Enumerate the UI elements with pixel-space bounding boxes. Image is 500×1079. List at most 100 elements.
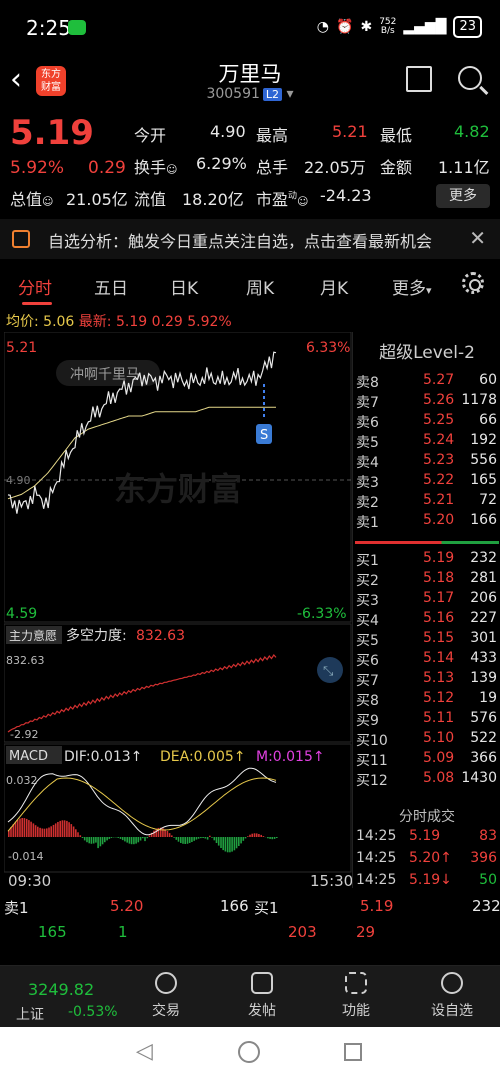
stock-header: ‹ 东方 财富 万里马 300591 L2 ▾	[0, 56, 500, 110]
bid-price: 5.15	[423, 630, 455, 646]
macd-bar	[195, 837, 198, 840]
recents-icon[interactable]	[344, 1043, 362, 1061]
bid-vol: 366	[470, 750, 497, 766]
intraday-chart[interactable]: 东方财富 冲啊千里马 5.21 6.33% 4.59 -6.33% 4.90 S…	[4, 332, 352, 888]
bid-row[interactable]: 买5 5.15 301	[353, 630, 500, 650]
ask-row[interactable]: 卖3 5.22 165	[353, 472, 500, 492]
gear-icon[interactable]	[462, 272, 484, 294]
macd-bar	[142, 837, 144, 839]
bid-label: 买6	[356, 653, 379, 669]
bid-price: 5.13	[423, 670, 455, 686]
share-icon[interactable]	[406, 66, 432, 92]
macd-bar	[97, 837, 99, 849]
bid-row[interactable]: 买11 5.09 366	[353, 750, 500, 770]
open-label: 今开	[134, 126, 167, 145]
tab-more[interactable]: 更多▾	[392, 274, 432, 299]
bid-row[interactable]: 买8 5.12 19	[353, 690, 500, 710]
trade-row[interactable]: 14:25 5.19 83	[353, 828, 500, 848]
trades-title[interactable]: 分时成交	[353, 806, 500, 826]
more-button[interactable]: 更多	[436, 184, 490, 208]
bid-row[interactable]: 买2 5.18 281	[353, 570, 500, 590]
index-pct[interactable]: -0.53%	[68, 1004, 118, 1020]
ask-row[interactable]: 卖8 5.27 60	[353, 372, 500, 392]
net-speed: 752 B/s	[379, 17, 397, 36]
trade-vol: 83	[479, 828, 497, 844]
nav-functions[interactable]: 功能	[316, 972, 396, 1020]
ask-vol: 1178	[461, 392, 497, 408]
tab-5day[interactable]: 五日	[94, 274, 128, 299]
tab-daily-k[interactable]: 日K	[170, 274, 198, 299]
ask-price: 5.22	[423, 472, 455, 488]
macd-bar	[262, 836, 265, 837]
ask-row[interactable]: 卖5 5.24 192	[353, 432, 500, 452]
tab-monthly-k[interactable]: 月K	[320, 274, 348, 299]
bid-row[interactable]: 买12 5.08 1430	[353, 770, 500, 790]
bid-price: 5.16	[423, 610, 455, 626]
nav-trade[interactable]: 交易	[126, 972, 206, 1020]
num-3: 203	[288, 923, 317, 941]
macd-bar	[168, 833, 171, 837]
macd-bar	[39, 827, 41, 837]
level2-title[interactable]: 超级Level-2	[353, 338, 500, 363]
ask-row[interactable]: 卖7 5.26 1178	[353, 392, 500, 412]
macd-bar	[135, 837, 137, 844]
ask-label: 卖7	[356, 395, 379, 411]
macd-bar	[25, 818, 28, 837]
back-nav-icon[interactable]: ◁	[136, 1039, 153, 1064]
index-value[interactable]: 3249.82	[28, 980, 94, 999]
force-value: 832.63	[136, 628, 185, 644]
ask-row[interactable]: 卖2 5.21 72	[353, 492, 500, 512]
ask-row[interactable]: 卖1 5.20 166	[353, 512, 500, 532]
close-icon[interactable]: ✕	[469, 226, 486, 250]
macd-bar	[146, 837, 149, 839]
macd-bar	[209, 835, 211, 837]
search-icon[interactable]	[458, 66, 482, 90]
ask-vol: 165	[470, 472, 497, 488]
bid-row[interactable]: 买1 5.19 232	[353, 550, 500, 570]
ask-price: 5.27	[423, 372, 455, 388]
float-label: 流值	[134, 190, 167, 209]
macd-bar	[229, 837, 231, 853]
bottom-pct: -6.33%	[297, 606, 347, 622]
macd-bar	[273, 837, 276, 839]
bid-price: 5.09	[423, 750, 455, 766]
macd-bar	[121, 837, 124, 841]
nav-add-watch[interactable]: 设自选	[412, 972, 492, 1020]
macd-bar	[220, 837, 222, 848]
bid-row[interactable]: 买7 5.13 139	[353, 670, 500, 690]
home-icon[interactable]	[238, 1041, 260, 1063]
bid-label: 买4	[356, 613, 379, 629]
ask-label: 卖5	[356, 435, 379, 451]
bid-row[interactable]: 买6 5.14 433	[353, 650, 500, 670]
trade-row[interactable]: 14:25 5.19↓ 50	[353, 872, 500, 892]
tab-intraday[interactable]: 分时	[18, 274, 52, 299]
bid-label: 买1	[356, 553, 379, 569]
bid-row[interactable]: 买3 5.17 206	[353, 590, 500, 610]
buy1-price: 5.19	[360, 897, 394, 915]
bid-vol: 232	[470, 550, 497, 566]
volume-label: 总手	[256, 158, 289, 177]
tab-weekly-k[interactable]: 周K	[246, 274, 274, 299]
level2-panel[interactable]: 超级Level-2 卖8 5.27 60 卖7 5.26 1178 卖6 5.25 66 卖5 5.…	[352, 332, 500, 888]
macd-bar	[139, 837, 142, 841]
bid-row[interactable]: 买10 5.10 522	[353, 730, 500, 750]
bid-row[interactable]: 买4 5.16 227	[353, 610, 500, 630]
turnover-value: 6.29%	[196, 154, 247, 173]
top-price: 5.21	[6, 340, 37, 356]
bid-row[interactable]: 买9 5.11 576	[353, 710, 500, 730]
macd-bar	[110, 837, 113, 838]
status-icons: ◔ ⏰ ✱ 752 B/s ▂▄▆█ 23	[317, 16, 482, 38]
trade-vol: 396	[470, 850, 497, 866]
notice-text[interactable]: 自选分析：触发今日重点关注自选，点击查看最新机会	[48, 228, 432, 252]
macd-bar	[153, 830, 155, 837]
bid-vol: 281	[470, 570, 497, 586]
system-nav: ◁	[0, 1027, 500, 1079]
trade-row[interactable]: 14:25 5.20↑ 396	[353, 850, 500, 870]
index-name[interactable]: 上证	[16, 1004, 44, 1024]
nav-post[interactable]: 发帖	[222, 972, 302, 1020]
notice-bar[interactable]: 自选分析：触发今日重点关注自选，点击查看最新机会 ✕	[0, 219, 500, 259]
ask-row[interactable]: 卖6 5.25 66	[353, 412, 500, 432]
macd-bar	[247, 836, 249, 837]
ask-label: 卖8	[356, 375, 379, 391]
ask-row[interactable]: 卖4 5.23 556	[353, 452, 500, 472]
